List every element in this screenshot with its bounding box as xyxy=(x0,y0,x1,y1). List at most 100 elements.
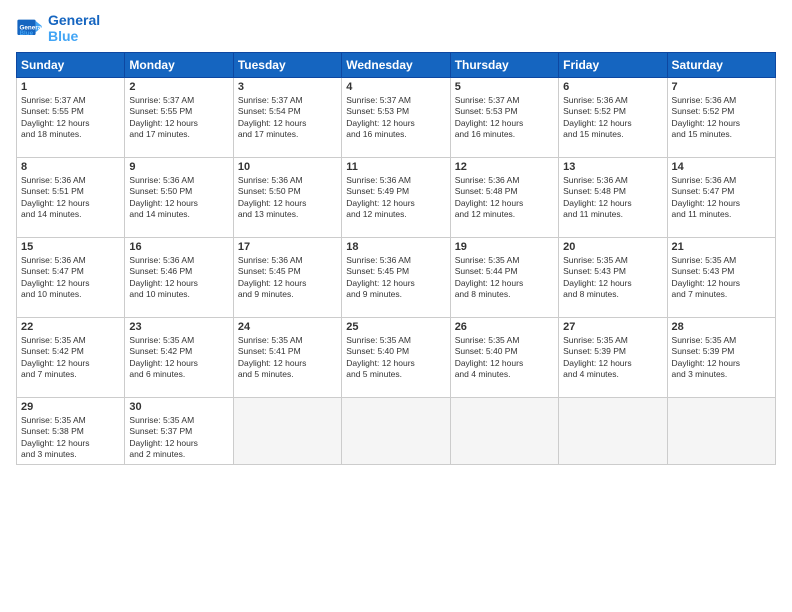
day-info: Sunrise: 5:35 AMSunset: 5:38 PMDaylight:… xyxy=(21,415,120,461)
day-info: Sunrise: 5:36 AMSunset: 5:48 PMDaylight:… xyxy=(455,175,554,221)
day-number: 27 xyxy=(563,321,662,333)
table-row xyxy=(450,398,558,465)
day-number: 20 xyxy=(563,241,662,253)
day-number: 19 xyxy=(455,241,554,253)
day-info: Sunrise: 5:36 AMSunset: 5:45 PMDaylight:… xyxy=(346,255,445,301)
table-row: 7 Sunrise: 5:36 AMSunset: 5:52 PMDaylight… xyxy=(667,78,775,158)
day-info: Sunrise: 5:35 AMSunset: 5:41 PMDaylight:… xyxy=(238,335,337,381)
day-number: 17 xyxy=(238,241,337,253)
table-row xyxy=(559,398,667,465)
table-row: 2 Sunrise: 5:37 AMSunset: 5:55 PMDaylight… xyxy=(125,78,233,158)
table-row: 12 Sunrise: 5:36 AMSunset: 5:48 PMDayligh… xyxy=(450,158,558,238)
day-number: 11 xyxy=(346,161,445,173)
day-info: Sunrise: 5:35 AMSunset: 5:40 PMDaylight:… xyxy=(455,335,554,381)
day-info: Sunrise: 5:35 AMSunset: 5:43 PMDaylight:… xyxy=(563,255,662,301)
table-row: 22 Sunrise: 5:35 AMSunset: 5:42 PMDayligh… xyxy=(17,318,125,398)
day-info: Sunrise: 5:36 AMSunset: 5:52 PMDaylight:… xyxy=(672,95,771,141)
day-info: Sunrise: 5:35 AMSunset: 5:39 PMDaylight:… xyxy=(563,335,662,381)
header-thursday: Thursday xyxy=(450,53,558,78)
table-row: 21 Sunrise: 5:35 AMSunset: 5:43 PMDayligh… xyxy=(667,238,775,318)
logo-icon: General Blue xyxy=(16,14,44,42)
table-row: 25 Sunrise: 5:35 AMSunset: 5:40 PMDayligh… xyxy=(342,318,450,398)
day-number: 1 xyxy=(21,81,120,93)
table-row: 30 Sunrise: 5:35 AMSunset: 5:37 PMDayligh… xyxy=(125,398,233,465)
day-info: Sunrise: 5:37 AMSunset: 5:54 PMDaylight:… xyxy=(238,95,337,141)
day-info: Sunrise: 5:36 AMSunset: 5:45 PMDaylight:… xyxy=(238,255,337,301)
day-info: Sunrise: 5:35 AMSunset: 5:39 PMDaylight:… xyxy=(672,335,771,381)
table-row: 1 Sunrise: 5:37 AMSunset: 5:55 PMDaylight… xyxy=(17,78,125,158)
table-row: 18Sunrise: 5:36 AMSunset: 5:45 PMDayligh… xyxy=(342,238,450,318)
day-info: Sunrise: 5:36 AMSunset: 5:50 PMDaylight:… xyxy=(238,175,337,221)
table-row: 3 Sunrise: 5:37 AMSunset: 5:54 PMDaylight… xyxy=(233,78,341,158)
day-info: Sunrise: 5:37 AMSunset: 5:55 PMDaylight:… xyxy=(129,95,228,141)
table-row: 15 Sunrise: 5:36 AMSunset: 5:47 PMDayligh… xyxy=(17,238,125,318)
table-row: 10 Sunrise: 5:36 AMSunset: 5:50 PMDayligh… xyxy=(233,158,341,238)
day-info: Sunrise: 5:35 AMSunset: 5:43 PMDaylight:… xyxy=(672,255,771,301)
day-info: Sunrise: 5:36 AMSunset: 5:49 PMDaylight:… xyxy=(346,175,445,221)
day-number: 29 xyxy=(21,401,120,413)
calendar: Sunday Monday Tuesday Wednesday Thursday… xyxy=(16,52,776,465)
header-friday: Friday xyxy=(559,53,667,78)
day-number: 28 xyxy=(672,321,771,333)
day-number: 25 xyxy=(346,321,445,333)
header-wednesday: Wednesday xyxy=(342,53,450,78)
table-row: 23 Sunrise: 5:35 AMSunset: 5:42 PMDayligh… xyxy=(125,318,233,398)
day-info: Sunrise: 5:36 AMSunset: 5:46 PMDaylight:… xyxy=(129,255,228,301)
day-number: 23 xyxy=(129,321,228,333)
day-info: Sunrise: 5:35 AMSunset: 5:37 PMDaylight:… xyxy=(129,415,228,461)
table-row: 4 Sunrise: 5:37 AMSunset: 5:53 PMDaylight… xyxy=(342,78,450,158)
day-number: 6 xyxy=(563,81,662,93)
table-row: 20 Sunrise: 5:35 AMSunset: 5:43 PMDayligh… xyxy=(559,238,667,318)
day-number: 12 xyxy=(455,161,554,173)
table-row: 29 Sunrise: 5:35 AMSunset: 5:38 PMDayligh… xyxy=(17,398,125,465)
table-row: 26 Sunrise: 5:35 AMSunset: 5:40 PMDayligh… xyxy=(450,318,558,398)
table-row: 14Sunrise: 5:36 AMSunset: 5:47 PMDayligh… xyxy=(667,158,775,238)
day-number: 10 xyxy=(238,161,337,173)
table-row xyxy=(342,398,450,465)
day-number: 9 xyxy=(129,161,228,173)
day-info: Sunrise: 5:37 AMSunset: 5:53 PMDaylight:… xyxy=(346,95,445,141)
svg-text:Blue: Blue xyxy=(20,30,34,37)
table-row: 6 Sunrise: 5:36 AMSunset: 5:52 PMDaylight… xyxy=(559,78,667,158)
header-monday: Monday xyxy=(125,53,233,78)
logo-blue: Blue xyxy=(48,28,100,44)
day-info: Sunrise: 5:37 AMSunset: 5:53 PMDaylight:… xyxy=(455,95,554,141)
table-row: 9 Sunrise: 5:36 AMSunset: 5:50 PMDaylight… xyxy=(125,158,233,238)
table-row: 17 Sunrise: 5:36 AMSunset: 5:45 PMDayligh… xyxy=(233,238,341,318)
day-number: 26 xyxy=(455,321,554,333)
day-number: 30 xyxy=(129,401,228,413)
day-info: Sunrise: 5:37 AMSunset: 5:55 PMDaylight:… xyxy=(21,95,120,141)
logo: General Blue General Blue xyxy=(16,12,100,44)
day-info: Sunrise: 5:36 AMSunset: 5:52 PMDaylight:… xyxy=(563,95,662,141)
table-row xyxy=(233,398,341,465)
table-row: 8Sunrise: 5:36 AMSunset: 5:51 PMDaylight… xyxy=(17,158,125,238)
day-number: 4 xyxy=(346,81,445,93)
day-number: 24 xyxy=(238,321,337,333)
day-number: 8 xyxy=(21,161,120,173)
day-info: Sunrise: 5:35 AMSunset: 5:42 PMDaylight:… xyxy=(21,335,120,381)
day-info: Sunrise: 5:36 AMSunset: 5:50 PMDaylight:… xyxy=(129,175,228,221)
weekday-header-row: Sunday Monday Tuesday Wednesday Thursday… xyxy=(17,53,776,78)
header-sunday: Sunday xyxy=(17,53,125,78)
day-number: 3 xyxy=(238,81,337,93)
day-info: Sunrise: 5:35 AMSunset: 5:44 PMDaylight:… xyxy=(455,255,554,301)
table-row: 5Sunrise: 5:37 AMSunset: 5:53 PMDaylight… xyxy=(450,78,558,158)
day-info: Sunrise: 5:36 AMSunset: 5:48 PMDaylight:… xyxy=(563,175,662,221)
table-row xyxy=(667,398,775,465)
table-row: 19 Sunrise: 5:35 AMSunset: 5:44 PMDayligh… xyxy=(450,238,558,318)
day-number: 22 xyxy=(21,321,120,333)
day-number: 15 xyxy=(21,241,120,253)
day-info: Sunrise: 5:36 AMSunset: 5:47 PMDaylight:… xyxy=(21,255,120,301)
day-info: Sunrise: 5:35 AMSunset: 5:42 PMDaylight:… xyxy=(129,335,228,381)
day-number: 21 xyxy=(672,241,771,253)
day-number: 7 xyxy=(672,81,771,93)
day-number: 16 xyxy=(129,241,228,253)
header-saturday: Saturday xyxy=(667,53,775,78)
logo-general: General xyxy=(48,12,100,28)
day-number: 2 xyxy=(129,81,228,93)
day-info: Sunrise: 5:35 AMSunset: 5:40 PMDaylight:… xyxy=(346,335,445,381)
table-row: 28 Sunrise: 5:35 AMSunset: 5:39 PMDayligh… xyxy=(667,318,775,398)
day-number: 13 xyxy=(563,161,662,173)
header-tuesday: Tuesday xyxy=(233,53,341,78)
table-row: 24 Sunrise: 5:35 AMSunset: 5:41 PMDayligh… xyxy=(233,318,341,398)
